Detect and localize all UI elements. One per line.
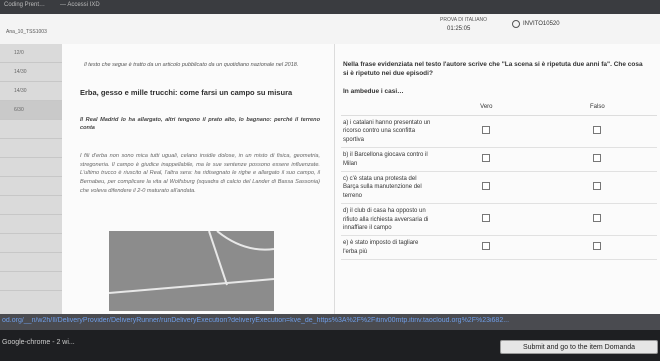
- false-column-header: Falso: [537, 99, 657, 116]
- user-name: INVITO10520: [523, 21, 560, 27]
- browser-tab-secondary[interactable]: — Accessi IXD: [60, 2, 100, 8]
- true-checkbox[interactable]: [482, 214, 491, 223]
- nav-item[interactable]: [0, 120, 62, 139]
- question-prompt: Nella frase evidenziata nel testo l'auto…: [343, 61, 643, 78]
- nav-item[interactable]: 14/30: [0, 63, 62, 82]
- false-checkbox[interactable]: [593, 241, 602, 250]
- answer-row: e) è stato imposto di tagliare l'erba pi…: [341, 235, 657, 261]
- answer-row: b) il Barcellona giocava contro il Milan: [341, 147, 657, 172]
- true-checkbox[interactable]: [482, 181, 491, 190]
- nav-item-active[interactable]: 6/30: [0, 101, 62, 120]
- test-code: Ana_10_TSS1003: [6, 29, 47, 35]
- timer-label: PROVA DI ITALIANO: [440, 17, 488, 23]
- option-column-header: [341, 99, 435, 116]
- taskbar-app[interactable]: Google-chrome - 2 wi...: [2, 339, 75, 346]
- nav-item[interactable]: 12/0: [0, 44, 62, 63]
- test-content: Il testo che segue è tratto da un artico…: [62, 44, 660, 314]
- true-checkbox[interactable]: [482, 241, 491, 250]
- browser-tab-bar: Coding Prent… — Accessi IXD: [0, 0, 660, 14]
- nav-item[interactable]: [0, 272, 62, 291]
- nav-item[interactable]: [0, 158, 62, 177]
- true-checkbox[interactable]: [482, 125, 491, 134]
- article-body: I fili d'erba non sono mica tutti uguali…: [80, 153, 320, 194]
- answer-row: c) c'è stata una protesta del Barça sull…: [341, 171, 657, 205]
- article-title: Erba, gesso e mille trucchi: come farsi …: [80, 88, 293, 97]
- user-info: INVITO10520: [512, 20, 560, 28]
- article-lead: Il Real Madrid lo ha allargato, altri te…: [80, 117, 320, 132]
- option-label: d) il club di casa ha opposto un rifiuto…: [341, 203, 435, 237]
- answer-row: a) i catalani hanno presentato un ricors…: [341, 115, 657, 149]
- nav-item[interactable]: 14/30: [0, 82, 62, 101]
- status-url-bar: od.org/__n/w2h/Il/DeliveryProvider/Deliv…: [0, 314, 660, 330]
- field-photo: [109, 231, 274, 311]
- option-label: e) è stato imposto di tagliare l'erba pi…: [341, 235, 435, 261]
- submit-button[interactable]: Submit and go to the item Domanda: [500, 340, 658, 354]
- false-checkbox[interactable]: [593, 181, 602, 190]
- true-checkbox[interactable]: [482, 153, 491, 162]
- nav-item[interactable]: [0, 196, 62, 215]
- reading-passage: Il testo che segue è tratto da un artico…: [62, 44, 332, 314]
- nav-item[interactable]: [0, 215, 62, 234]
- nav-item[interactable]: [0, 234, 62, 253]
- soccer-field-image: [109, 231, 274, 311]
- answer-row: d) il club di casa ha opposto un rifiuto…: [341, 203, 657, 237]
- false-checkbox[interactable]: [593, 125, 602, 134]
- question-pane: Nella frase evidenziata nel testo l'auto…: [334, 44, 660, 314]
- passage-intro: Il testo che segue è tratto da un artico…: [84, 62, 299, 68]
- option-label: b) il Barcellona giocava contro il Milan: [341, 147, 435, 172]
- browser-tab[interactable]: Coding Prent…: [4, 2, 45, 8]
- option-label: a) i catalani hanno presentato un ricors…: [341, 115, 435, 149]
- question-navigator: 12/0 14/30 14/30 6/30: [0, 44, 62, 314]
- true-column-header: Vero: [435, 99, 538, 116]
- option-label: c) c'è stata una protesta del Barça sull…: [341, 171, 435, 205]
- timer-value: 01:25:05: [447, 26, 471, 32]
- taskbar: Google-chrome - 2 wi... Submit and go to…: [0, 330, 660, 361]
- false-checkbox[interactable]: [593, 214, 602, 223]
- answer-matrix: Vero Falso a) i catalani hanno presentat…: [341, 99, 657, 261]
- false-checkbox[interactable]: [593, 153, 602, 162]
- user-icon: [512, 20, 520, 28]
- status-url: od.org/__n/w2h/Il/DeliveryProvider/Deliv…: [2, 317, 510, 324]
- question-subprompt: In ambedue i casi…: [343, 88, 404, 95]
- nav-item[interactable]: [0, 139, 62, 158]
- test-header: Ana_10_TSS1003 PROVA DI ITALIANO 01:25:0…: [0, 14, 660, 45]
- nav-item[interactable]: [0, 177, 62, 196]
- nav-item[interactable]: [0, 253, 62, 272]
